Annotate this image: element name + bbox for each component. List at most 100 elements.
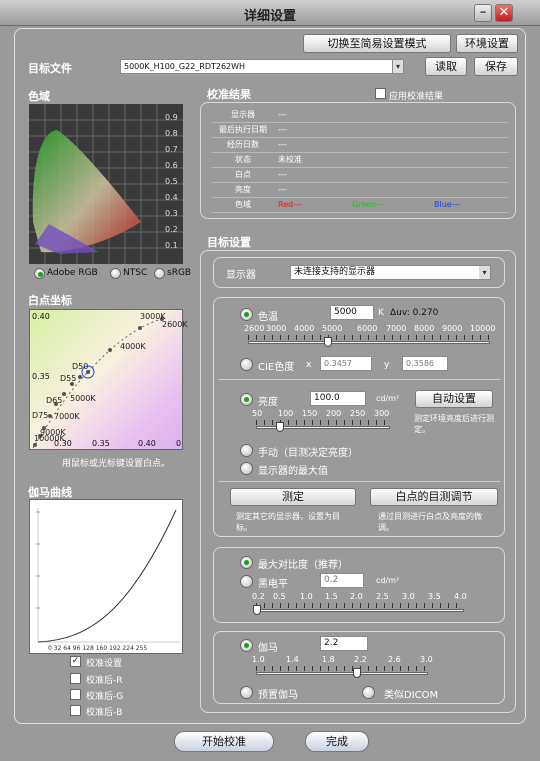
gamma-x-ticks: 0 32 64 96 128 160 192 224 255 <box>48 645 148 652</box>
black-tick: 0.2 <box>252 592 265 601</box>
result-row-brightness: 亮度 --- <box>212 183 508 198</box>
black-tick: 4.0 <box>454 592 467 601</box>
monitor-chevron-icon[interactable]: ▾ <box>479 266 490 279</box>
max-contrast-radio[interactable] <box>240 556 253 569</box>
gamut-y-tick: 0.2 <box>165 225 178 234</box>
check-calibration-settings[interactable]: ✓ <box>70 656 81 667</box>
wp-point-d75: D75 <box>32 411 49 420</box>
cie-y-input[interactable]: 0.3586 <box>402 356 448 371</box>
preset-gamma-radio[interactable] <box>240 686 253 699</box>
window-title: 详细设置 <box>243 9 296 24</box>
visual-adjust-note: 通过目测进行白点及亮度的微调。 <box>378 512 482 532</box>
monitor-select[interactable]: 未连接支持的显示器 <box>290 265 491 280</box>
wp-point-10000k: 10000K <box>34 434 65 443</box>
brightness-slider-thumb[interactable] <box>276 422 284 432</box>
dicom-radio[interactable] <box>362 686 375 699</box>
wp-point-5000k: 5000K <box>70 394 96 403</box>
gamut-y-tick: 0.1 <box>165 241 178 250</box>
black-level-unit: cd/m² <box>376 576 400 585</box>
wp-tick-top-left: 0.40 <box>32 312 50 321</box>
measure-button[interactable]: 测定 <box>230 488 356 506</box>
gamut-y-tick: 0.7 <box>165 145 178 154</box>
done-button[interactable]: 完成 <box>305 731 369 752</box>
save-button[interactable]: 保存 <box>474 57 518 76</box>
black-tick: 3.5 <box>428 592 441 601</box>
black-tick: 1.5 <box>325 592 338 601</box>
wp-point-d55: D55 <box>60 374 77 383</box>
wp-tick-x2: 0.40 <box>138 439 156 448</box>
result-value: --- <box>278 125 287 134</box>
apply-results-checkbox[interactable] <box>375 88 386 99</box>
gamma-curve-svg <box>36 508 180 643</box>
black-level-slider-thumb[interactable] <box>253 605 261 615</box>
brightness-tick: 250 <box>350 409 366 418</box>
gamut-option-adobe-rgb[interactable] <box>34 268 45 279</box>
color-temp-input[interactable]: 5000 <box>330 305 374 320</box>
result-value: 未校准 <box>278 155 302 164</box>
check-after-g[interactable] <box>70 689 81 700</box>
chevron-down-icon[interactable]: ▾ <box>392 60 403 73</box>
brightness-tick: 50 <box>252 409 263 418</box>
check-after-r[interactable] <box>70 673 81 684</box>
cie-radio[interactable] <box>240 358 253 371</box>
cie-x-input[interactable]: 0.3457 <box>320 356 372 371</box>
dicom-label: 类似DICOM <box>384 690 439 701</box>
brightness-input[interactable]: 100.0 <box>310 391 366 406</box>
environment-settings-button[interactable]: 环境设置 <box>456 34 518 53</box>
result-label: 经历日数 <box>227 140 259 149</box>
auto-setting-note: 测定环境亮度后进行测定。 <box>414 414 494 434</box>
manual-brightness-label: 手动（目测决定亮度） <box>258 448 358 459</box>
max-brightness-radio[interactable] <box>240 462 253 475</box>
visual-adjust-button[interactable]: 白点的目测调节 <box>370 488 498 506</box>
gamut-option-srgb-label: sRGB <box>167 268 192 278</box>
gamma-radio[interactable] <box>240 639 253 652</box>
result-row-days: 经历日数 --- <box>212 138 508 153</box>
gamut-y-tick: 0.8 <box>165 129 178 138</box>
black-tick: 0.5 <box>273 592 286 601</box>
color-temp-radio[interactable] <box>240 308 253 321</box>
read-button[interactable]: 读取 <box>425 57 467 76</box>
brightness-tick: 200 <box>326 409 342 418</box>
close-icon[interactable]: ✕ <box>495 4 513 22</box>
gamma-slider-thumb[interactable] <box>353 668 361 678</box>
color-temp-label: 色温 <box>258 312 278 323</box>
result-label: 色域 <box>235 200 251 209</box>
result-value: --- <box>278 110 287 119</box>
wp-tick-x3: 0 <box>176 439 182 448</box>
check-after-r-label: 校准后-R <box>86 676 123 686</box>
gamut-y-tick: 0.4 <box>165 193 178 202</box>
wp-point-2600k: 2600K <box>162 320 188 329</box>
black-level-radio[interactable] <box>240 575 253 588</box>
start-calibration-button[interactable]: 开始校准 <box>174 731 274 752</box>
check-calibration-settings-label: 校准设置 <box>86 659 123 669</box>
check-after-b[interactable] <box>70 705 81 716</box>
gamma-slider[interactable] <box>256 672 428 675</box>
result-label: 亮度 <box>235 185 251 194</box>
color-temp-slider-thumb[interactable] <box>324 337 332 347</box>
auto-setting-button[interactable]: 自动设置 <box>415 390 493 408</box>
measure-note: 测定其它的显示器，设置为目标。 <box>236 512 340 532</box>
switch-simple-mode-button[interactable]: 切换至简易设置模式 <box>303 34 451 53</box>
gamut-option-srgb[interactable] <box>154 268 165 279</box>
color-temp-slider[interactable] <box>248 341 490 344</box>
brightness-tick-labels: 50 100 150 200 250 300 <box>252 409 392 419</box>
gamma-input[interactable]: 2.2 <box>320 636 368 651</box>
black-tick: 2.0 <box>350 592 363 601</box>
manual-brightness-radio[interactable] <box>240 444 253 457</box>
gamma-check-list: ✓ 校准设置 校准后-R 校准后-G 校准后-B <box>70 656 170 720</box>
result-red: Red--- <box>278 200 302 209</box>
gamut-y-tick: 0.5 <box>165 177 178 186</box>
black-level-label: 黑电平 <box>258 579 288 590</box>
whitepoint-diagram[interactable]: 0.40 0.35 0.30 0.35 0.40 0 3000K 2600K 4… <box>29 309 188 450</box>
black-level-slider[interactable] <box>256 609 464 612</box>
minimize-icon[interactable]: – <box>474 4 492 22</box>
brightness-radio[interactable] <box>240 393 253 406</box>
gamma-curve-chart: 0 32 64 96 128 160 192 224 255 <box>29 499 183 654</box>
gamut-option-ntsc[interactable] <box>110 268 121 279</box>
whitepoint-hint: 用鼠标或光标键设置白点。 <box>62 459 171 469</box>
gamma-tick: 2.6 <box>388 655 401 664</box>
black-level-input[interactable]: 0.2 <box>320 573 364 588</box>
gamut-options: Adobe RGB NTSC sRGB <box>34 268 194 282</box>
gamma-tick: 1.4 <box>286 655 299 664</box>
target-file-select[interactable]: 5000K_H100_G22_RDT262WH <box>120 59 404 74</box>
